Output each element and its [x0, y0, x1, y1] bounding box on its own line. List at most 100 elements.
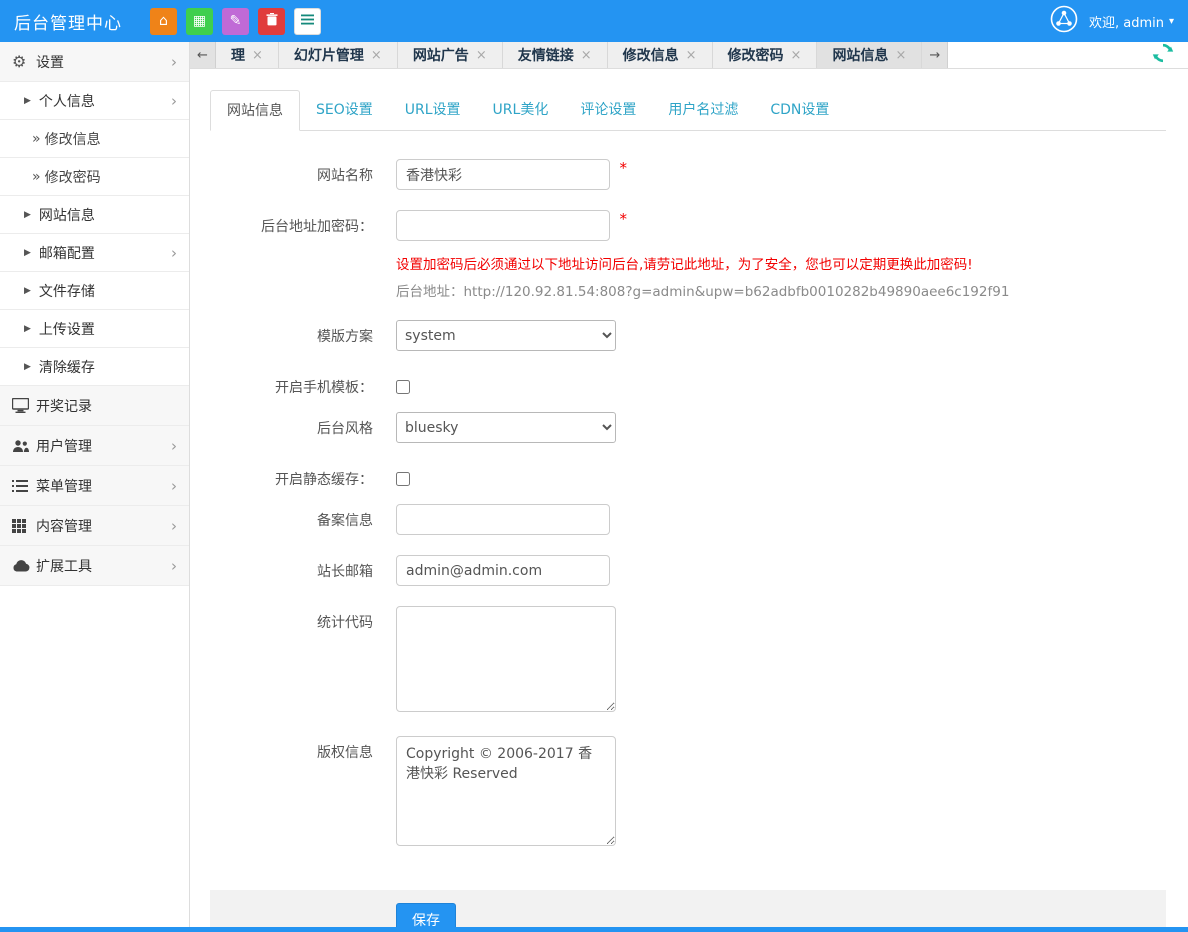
required-asterisk: * [619, 210, 627, 228]
sidebar-item-label: 文件存储 [39, 281, 95, 301]
subtab-site-info[interactable]: 网站信息 [210, 90, 300, 131]
content-panel: 网站信息 SEO设置 URL设置 URL美化 评论设置 用户名过滤 CDN设置 … [190, 69, 1188, 932]
admin-address-text: 后台地址：http://120.92.81.54:808?g=admin&upw… [396, 280, 1009, 300]
sidebar-item-extension-tools[interactable]: 扩展工具 › [0, 546, 189, 586]
static-cache-label: 开启静态缓存： [210, 463, 373, 490]
home-button[interactable]: ⌂ [150, 8, 177, 35]
network-icon[interactable] [1049, 4, 1079, 38]
guillemet-icon: » [32, 169, 41, 185]
tab-slideshow[interactable]: 幻灯片管理 × [279, 42, 398, 68]
stats-code-label: 统计代码 [210, 606, 373, 716]
copyright-textarea[interactable]: Copyright © 2006-2017 香港快彩 Reserved [396, 736, 616, 846]
tab-scroll-right-button[interactable]: → [922, 42, 948, 68]
sidebar-item-label: 网站信息 [39, 205, 95, 225]
sidebar-item-change-password[interactable]: » 修改密码 [0, 158, 189, 196]
sidebar-item-label: 菜单管理 [36, 476, 92, 496]
subtab-comment-settings[interactable]: 评论设置 [564, 90, 652, 131]
required-asterisk: * [619, 159, 627, 177]
sidebar-item-label: 个人信息 [39, 91, 95, 111]
close-icon[interactable]: × [895, 48, 906, 63]
cloud-icon [12, 560, 36, 572]
sidebar-item-label: 开奖记录 [36, 396, 92, 416]
sidebar-item-mail-config[interactable]: ▶ 邮箱配置 › [0, 234, 189, 272]
monitor-icon [12, 398, 36, 413]
close-icon[interactable]: × [476, 48, 487, 63]
triangle-icon: ▶ [24, 324, 31, 334]
webmaster-email-input[interactable] [396, 555, 610, 586]
chevron-right-icon: › [171, 437, 177, 455]
user-menu[interactable]: 欢迎, admin ▾ [1089, 12, 1174, 31]
delete-button[interactable] [258, 8, 285, 35]
refresh-icon [1152, 42, 1174, 68]
tab-scroll-left-button[interactable]: ← [190, 42, 216, 68]
admin-style-label: 后台风格 [210, 412, 373, 443]
bottom-accent-bar [0, 927, 1188, 932]
subtab-cdn-settings[interactable]: CDN设置 [754, 90, 845, 131]
chevron-down-icon: ▾ [1169, 16, 1174, 27]
list-button[interactable] [294, 8, 321, 35]
sidebar-item-settings[interactable]: ⚙ 设置 › [0, 42, 189, 82]
close-icon[interactable]: × [252, 48, 263, 63]
main-area: ← 理 × 幻灯片管理 × 网站广告 × 友情链接 × 修改信息 × [190, 42, 1188, 927]
edit-button[interactable]: ✎ [222, 8, 249, 35]
close-icon[interactable]: × [371, 48, 382, 63]
sidebar-item-lottery-records[interactable]: 开奖记录 [0, 386, 189, 426]
refresh-button[interactable] [1138, 42, 1188, 68]
static-cache-checkbox[interactable] [396, 472, 410, 486]
template-select[interactable]: system [396, 320, 616, 351]
subtab-url-settings[interactable]: URL设置 [389, 90, 477, 131]
stats-code-textarea[interactable] [396, 606, 616, 712]
triangle-icon: ▶ [24, 210, 31, 220]
subtab-username-filter[interactable]: 用户名过滤 [652, 90, 754, 131]
chevron-right-icon: › [171, 557, 177, 575]
sidebar-item-site-info[interactable]: ▶ 网站信息 [0, 196, 189, 234]
sidebar-item-menu-management[interactable]: 菜单管理 › [0, 466, 189, 506]
icp-input[interactable] [396, 504, 610, 535]
subtab-url-beautify[interactable]: URL美化 [477, 90, 565, 131]
sidebar-item-personal-info[interactable]: ▶ 个人信息 › [0, 82, 189, 120]
home-icon: ⌂ [159, 14, 168, 28]
sidebar-item-upload-settings[interactable]: ▶ 上传设置 [0, 310, 189, 348]
chevron-right-icon: › [171, 53, 177, 71]
sidebar-item-label: 用户管理 [36, 436, 92, 456]
sidebar-item-content-management[interactable]: 内容管理 › [0, 506, 189, 546]
sidebar-item-label: 邮箱配置 [39, 243, 95, 263]
settings-subtabs: 网站信息 SEO设置 URL设置 URL美化 评论设置 用户名过滤 CDN设置 [210, 90, 1166, 131]
sidebar-item-label: 扩展工具 [36, 556, 92, 576]
trash-icon [266, 13, 278, 29]
form-footer: 保存 [210, 890, 1166, 932]
sidebar-item-label: 设置 [36, 52, 64, 72]
chevron-right-icon: › [171, 244, 177, 262]
gear-icon: ⚙ [12, 52, 36, 71]
list-icon [301, 14, 314, 28]
sidebar-item-label: 清除缓存 [39, 357, 95, 377]
icp-label: 备案信息 [210, 504, 373, 535]
chevron-right-icon: › [171, 517, 177, 535]
tab-edit-info[interactable]: 修改信息 × [608, 42, 713, 68]
sidebar-item-user-management[interactable]: 用户管理 › [0, 426, 189, 466]
topbar: 后台管理中心 ⌂ ▦ ✎ 欢迎, admi [0, 0, 1188, 42]
sidebar-item-label: 上传设置 [39, 319, 95, 339]
tab-truncated[interactable]: 理 × [216, 42, 279, 68]
close-icon[interactable]: × [581, 48, 592, 63]
sidebar-item-edit-info[interactable]: » 修改信息 [0, 120, 189, 158]
sidebar-item-clear-cache[interactable]: ▶ 清除缓存 [0, 348, 189, 386]
triangle-icon: ▶ [24, 248, 31, 258]
sidebar-item-file-storage[interactable]: ▶ 文件存储 [0, 272, 189, 310]
subtab-seo-settings[interactable]: SEO设置 [300, 90, 389, 131]
close-icon[interactable]: × [791, 48, 802, 63]
triangle-icon: ▶ [24, 362, 31, 372]
users-icon [12, 439, 36, 453]
tab-site-ads[interactable]: 网站广告 × [398, 42, 503, 68]
close-icon[interactable]: × [686, 48, 697, 63]
mobile-template-checkbox[interactable] [396, 380, 410, 394]
site-info-form: 网站名称 * 后台地址加密码： * 设置加密码后必须通过以下地址访问后台,请劳记… [210, 131, 1166, 850]
admin-style-select[interactable]: bluesky [396, 412, 616, 443]
tab-change-password[interactable]: 修改密码 × [713, 42, 818, 68]
tab-site-info[interactable]: 网站信息 × [817, 42, 922, 68]
modules-button[interactable]: ▦ [186, 8, 213, 35]
site-name-input[interactable] [396, 159, 610, 190]
site-name-label: 网站名称 [210, 159, 373, 190]
tab-friend-links[interactable]: 友情链接 × [503, 42, 608, 68]
admin-password-input[interactable] [396, 210, 610, 241]
